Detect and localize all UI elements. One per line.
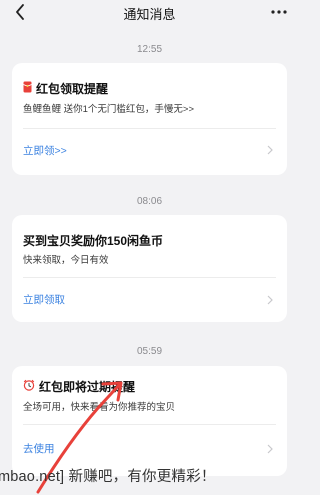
watermark-banner: mbao.net] 新赚吧，有你更精彩！	[0, 457, 299, 493]
more-options-icon[interactable]	[269, 5, 289, 19]
card-description: 快来领取，今日有效	[23, 255, 109, 266]
chevron-right-icon	[267, 444, 273, 454]
card-divider	[23, 277, 276, 278]
chevron-right-icon	[267, 295, 273, 305]
message-timestamp: 05:59	[136, 346, 163, 357]
card-title-row: 红包即将过期提醒	[23, 378, 135, 395]
card-title-row: 买到宝贝奖励你150闲鱼币	[23, 232, 163, 249]
card-divider	[23, 424, 276, 425]
notification-card[interactable]: 红包领取提醒 鱼鲤鱼鲤 送你1个无门槛红包，手慢无>> 立即领>>	[12, 63, 287, 175]
card-title: 红包即将过期提醒	[39, 380, 136, 394]
card-description: 鱼鲤鱼鲤 送你1个无门槛红包，手慢无>>	[23, 104, 195, 115]
alarm-clock-icon	[23, 379, 35, 394]
red-envelope-icon	[23, 81, 32, 96]
card-title-row: 红包领取提醒	[23, 80, 108, 97]
watermark-text: mbao.net] 新赚吧，有你更精彩！	[0, 469, 216, 485]
claim-now-link[interactable]: 立即领>>	[23, 143, 67, 158]
card-title: 红包领取提醒	[36, 82, 109, 96]
notification-card[interactable]: 买到宝贝奖励你150闲鱼币 快来领取，今日有效 立即领取	[12, 215, 287, 322]
card-title: 买到宝贝奖励你150闲鱼币	[23, 234, 164, 248]
card-divider	[23, 128, 276, 129]
claim-now-link[interactable]: 立即领取	[23, 292, 65, 307]
message-timestamp: 08:06	[136, 196, 163, 207]
card-description: 全场可用，快来看看为你推荐的宝贝	[23, 402, 176, 413]
message-timestamp: 12:55	[136, 44, 163, 55]
page-title: 通知消息	[123, 7, 176, 22]
chevron-right-icon	[267, 145, 273, 155]
use-now-link[interactable]: 去使用	[23, 441, 55, 456]
top-nav-bar: 通知消息	[0, 0, 299, 26]
